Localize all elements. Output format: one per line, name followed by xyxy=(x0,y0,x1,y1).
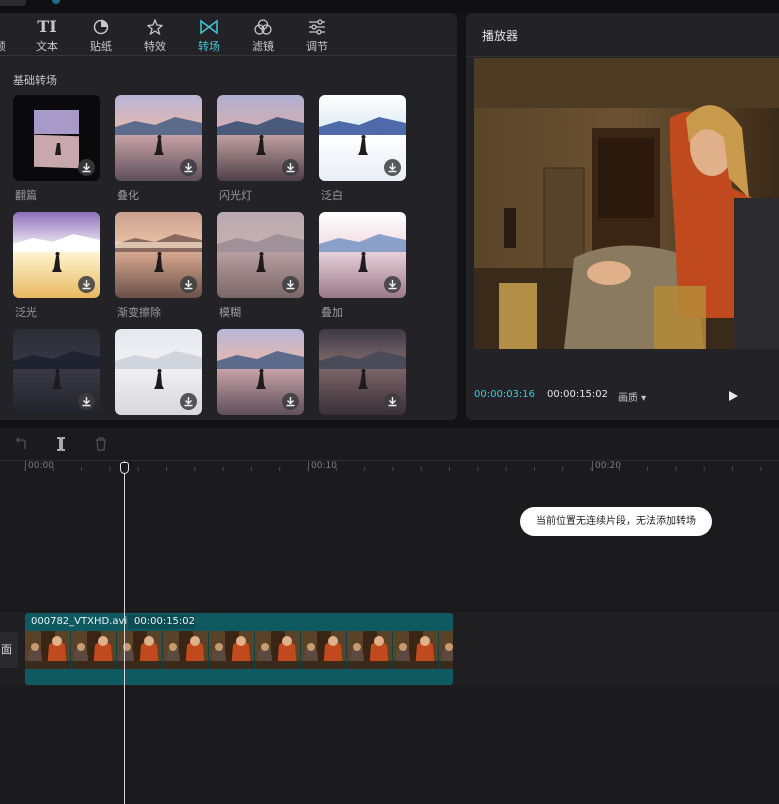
download-icon[interactable] xyxy=(180,159,197,176)
transition-tile[interactable] xyxy=(217,212,304,298)
clip-frame xyxy=(163,631,209,669)
transition-tile[interactable] xyxy=(115,95,202,181)
download-icon[interactable] xyxy=(78,276,95,293)
tab-text[interactable]: TI 文本 xyxy=(22,16,72,56)
transition-label: 叠化 xyxy=(117,189,139,202)
transition-tile[interactable] xyxy=(217,95,304,181)
sticker-icon xyxy=(76,16,126,38)
top-indicator xyxy=(52,0,60,4)
clip-frame xyxy=(209,631,255,669)
clip-duration: 00:00:15:02 xyxy=(134,616,196,627)
download-icon[interactable] xyxy=(384,393,401,410)
transition-tile[interactable] xyxy=(319,95,406,181)
quality-dropdown[interactable]: 画质 ▾ xyxy=(618,389,646,404)
download-icon[interactable] xyxy=(282,393,299,410)
transition-tile[interactable] xyxy=(115,212,202,298)
tab-filter[interactable]: 滤镜 xyxy=(238,16,288,56)
play-icon xyxy=(729,391,738,401)
clip-frame xyxy=(301,631,347,669)
clip-frame xyxy=(393,631,439,669)
transition-label: 渐变擦除 xyxy=(117,306,161,319)
delete-button[interactable] xyxy=(93,436,109,452)
ruler-ticks xyxy=(24,467,762,471)
download-icon[interactable] xyxy=(180,393,197,410)
download-icon[interactable] xyxy=(282,276,299,293)
top-bar xyxy=(0,0,779,13)
timeline-toolbar xyxy=(0,428,779,461)
category-tabs: 频 TI 文本 贴纸 特效 转场 滤镜 调节 xyxy=(0,13,457,56)
top-tab-stub[interactable] xyxy=(0,0,26,6)
transition-label: 叠加 xyxy=(321,306,343,319)
transition-icon xyxy=(184,16,234,38)
tab-label: 特效 xyxy=(144,40,166,53)
download-icon[interactable] xyxy=(78,393,95,410)
current-time: 00:00:03:16 xyxy=(474,389,536,400)
clip-name: 000782_VTXHD.avi xyxy=(31,616,128,627)
undo-button[interactable] xyxy=(13,436,29,452)
transition-tile[interactable] xyxy=(217,329,304,415)
player-panel: 播放器 00:00:03:16 00:00:15:02 画质 ▾ xyxy=(466,13,779,420)
tab-label: 文本 xyxy=(36,40,58,53)
tab-label: 贴纸 xyxy=(90,40,112,53)
tab-label: 转场 xyxy=(198,40,220,53)
playhead-line xyxy=(124,461,125,804)
clip-frame xyxy=(439,631,453,669)
video-preview[interactable] xyxy=(474,58,779,349)
tab-adjust[interactable]: 调节 xyxy=(292,16,342,56)
filter-icon xyxy=(238,16,288,38)
transition-label: 闪光灯 xyxy=(219,189,252,202)
time-ruler[interactable]: 00:00 00:10 00:20 xyxy=(0,461,779,475)
clip-header: 000782_VTXHD.avi 00:00:15:02 xyxy=(25,613,453,631)
tab-effects[interactable]: 特效 xyxy=(130,16,180,56)
tab-transition[interactable]: 转场 xyxy=(184,16,234,56)
download-icon[interactable] xyxy=(384,159,401,176)
tab-label: 调节 xyxy=(306,40,328,53)
player-title: 播放器 xyxy=(482,29,519,43)
materials-panel: 频 TI 文本 贴纸 特效 转场 滤镜 调节 基础转场 翻篇 叠化 闪光灯 泛白泛光 渐… xyxy=(0,13,457,420)
effects-icon xyxy=(130,16,180,38)
transition-tile[interactable] xyxy=(13,329,100,415)
clip-frame xyxy=(71,631,117,669)
transition-tile[interactable] xyxy=(13,212,100,298)
timeline-panel: 00:00 00:10 00:20 当前位置无连续片段，无法添加转场 面 000… xyxy=(0,428,779,804)
tab-sticker[interactable]: 贴纸 xyxy=(76,16,126,56)
transition-label: 泛白 xyxy=(321,189,343,202)
playhead-handle[interactable] xyxy=(120,462,129,474)
trash-icon xyxy=(96,437,106,451)
transition-label: 翻篇 xyxy=(15,189,37,202)
transition-tile[interactable] xyxy=(115,329,202,415)
download-icon[interactable] xyxy=(384,276,401,293)
transition-tile[interactable] xyxy=(13,95,100,181)
clip-frame xyxy=(25,631,71,669)
text-icon: TI xyxy=(37,17,57,36)
transition-label: 模糊 xyxy=(219,306,241,319)
transition-tile[interactable] xyxy=(319,212,406,298)
total-time: 00:00:15:02 xyxy=(547,389,609,400)
tab-label: 频 xyxy=(0,40,6,53)
split-button[interactable] xyxy=(53,436,69,452)
download-icon[interactable] xyxy=(78,159,95,176)
clip-thumbnails xyxy=(25,631,453,669)
split-icon xyxy=(57,437,65,451)
video-clip[interactable]: 000782_VTXHD.avi 00:00:15:02 xyxy=(25,613,453,685)
clip-frame xyxy=(347,631,393,669)
download-icon[interactable] xyxy=(180,276,197,293)
divider xyxy=(466,56,779,57)
transition-tile[interactable] xyxy=(319,329,406,415)
clip-frame xyxy=(255,631,301,669)
download-icon[interactable] xyxy=(282,159,299,176)
undo-icon xyxy=(15,436,26,449)
track-label[interactable]: 面 xyxy=(0,632,18,668)
tab-label: 滤镜 xyxy=(252,40,274,53)
play-button[interactable] xyxy=(726,388,740,402)
section-title: 基础转场 xyxy=(13,74,57,87)
toast-message: 当前位置无连续片段，无法添加转场 xyxy=(520,507,712,536)
adjust-icon xyxy=(292,16,342,38)
transition-label: 泛光 xyxy=(15,306,37,319)
